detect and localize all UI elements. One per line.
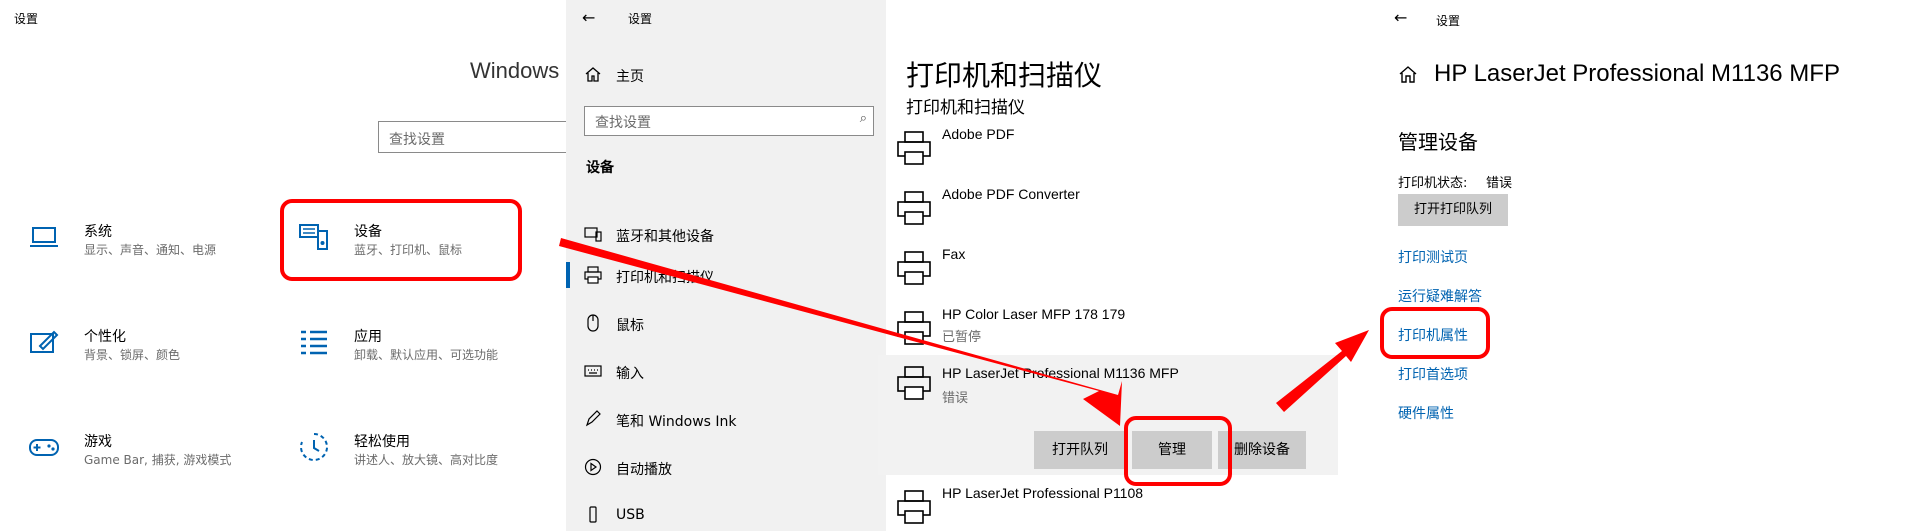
category-subtitle: 背景、锁屏、颜色: [84, 348, 181, 362]
printer-icon: [584, 266, 602, 284]
window-title: 设置: [14, 12, 39, 26]
mouse-icon: [587, 314, 599, 332]
printers-content: 打印机和扫描仪 打印机和扫描仪 Adobe PDF Adobe PDF Conv…: [878, 0, 1346, 531]
search-icon: ⌕: [859, 111, 867, 126]
printer-name: HP Color Laser MFP 178 179: [942, 306, 1126, 322]
run-troubleshooter-link[interactable]: 运行疑难解答: [1398, 286, 1482, 306]
printer-manage-window: ← 设置 HP LaserJet Professional M1136 MFP …: [1374, 0, 1927, 531]
annotation-highlight-devices: [280, 199, 522, 281]
sidebar-item-label: 鼠标: [616, 318, 644, 334]
sidebar-item-printers[interactable]: 打印机和扫描仪: [566, 254, 886, 298]
search-input[interactable]: 查找设置 ⌕: [584, 106, 874, 136]
laptop-icon: [30, 227, 58, 247]
keyboard-icon: [584, 365, 602, 377]
printers-window: ← 设置 主页 查找设置 ⌕ 设备 蓝牙和其他设备 打印机和扫描仪 鼠标 输入: [566, 0, 1346, 531]
apps-list-icon: [301, 330, 327, 355]
annotation-highlight-printer-properties: [1380, 307, 1490, 359]
settings-home-window: 设置 Windows 查找设置 系统 显示、声音、通知、电源 设备 蓝牙、打印机…: [0, 0, 570, 531]
printer-icon: [897, 311, 931, 345]
gamepad-icon: [29, 439, 59, 456]
search-placeholder: 查找设置: [389, 132, 445, 148]
page-subtitle: 打印机和扫描仪: [906, 98, 1025, 118]
section-title: 设备: [586, 160, 614, 176]
autoplay-icon: [584, 458, 602, 476]
printer-status-label: 打印机状态:: [1398, 176, 1468, 191]
pen-icon: [585, 410, 601, 427]
paintbrush-icon: [30, 330, 59, 353]
back-arrow-icon[interactable]: ←: [582, 8, 595, 27]
printer-icon: [897, 131, 931, 165]
sidebar-item-bluetooth[interactable]: 蓝牙和其他设备: [566, 213, 886, 257]
printer-icon: [897, 366, 931, 400]
printer-status: 已暂停: [942, 330, 982, 345]
printer-name: Adobe PDF: [942, 126, 1015, 142]
hardware-properties-link[interactable]: 硬件属性: [1398, 403, 1454, 423]
sidebar-item-label: 打印机和扫描仪: [616, 270, 714, 286]
printer-status-value: 错误: [1486, 176, 1513, 191]
ease-of-access-icon: [300, 433, 328, 461]
printer-icon: [897, 191, 931, 225]
category-title: 系统: [84, 224, 112, 240]
annotation-highlight-manage: [1124, 416, 1232, 486]
page-title: 打印机和扫描仪: [906, 59, 1103, 92]
home-icon: [1399, 66, 1417, 83]
sidebar-item-autoplay[interactable]: 自动播放: [566, 446, 886, 490]
sidebar-item-usb[interactable]: USB: [566, 494, 886, 531]
sidebar: ← 设置 主页 查找设置 ⌕ 设备 蓝牙和其他设备 打印机和扫描仪 鼠标 输入: [566, 0, 886, 531]
sidebar-item-typing[interactable]: 输入: [566, 350, 886, 394]
category-title: 应用: [354, 329, 382, 345]
sidebar-item-label: USB: [616, 507, 645, 523]
category-subtitle: Game Bar, 捕获, 游戏模式: [84, 453, 232, 467]
category-subtitle: 显示、声音、通知、电源: [84, 243, 217, 257]
back-arrow-icon[interactable]: ←: [1394, 8, 1407, 27]
sidebar-item-mouse[interactable]: 鼠标: [566, 302, 886, 346]
open-print-queue-button[interactable]: 打开打印队列: [1398, 194, 1508, 226]
category-title: 轻松使用: [354, 434, 410, 450]
category-title: 个性化: [84, 329, 126, 345]
printer-item-selected[interactable]: HP LaserJet Professional M1136 MFP 错误 打开…: [878, 355, 1338, 475]
printer-name: HP LaserJet Professional M1136 MFP: [942, 365, 1179, 381]
sidebar-item-label: 蓝牙和其他设备: [616, 229, 714, 245]
category-title: 游戏: [84, 434, 112, 450]
print-test-page-link[interactable]: 打印测试页: [1398, 247, 1468, 267]
printing-preferences-link[interactable]: 打印首选项: [1398, 364, 1468, 384]
sidebar-item-pen[interactable]: 笔和 Windows Ink: [566, 398, 886, 442]
bluetooth-devices-icon: [584, 227, 602, 242]
printer-name: Adobe PDF Converter: [942, 186, 1080, 202]
window-title: 设置: [628, 12, 653, 26]
sidebar-item-label: 自动播放: [616, 462, 672, 478]
windows-heading: Windows: [470, 58, 560, 83]
sidebar-item-label: 主页: [616, 69, 644, 85]
home-icon: [585, 67, 601, 82]
category-subtitle: 讲述人、放大镜、高对比度: [354, 453, 499, 467]
printer-name: Fax: [942, 246, 966, 262]
printer-icon: [897, 490, 931, 524]
printer-icon: [897, 251, 931, 285]
printer-name: HP LaserJet Professional P1108: [942, 485, 1144, 501]
search-placeholder: 查找设置: [595, 115, 651, 131]
search-input[interactable]: 查找设置: [378, 121, 570, 153]
sidebar-item-label: 输入: [616, 366, 644, 382]
device-title: HP LaserJet Professional M1136 MFP: [1434, 60, 1840, 87]
window-title: 设置: [1436, 14, 1461, 28]
open-queue-button[interactable]: 打开队列: [1034, 431, 1126, 469]
section-title: 管理设备: [1398, 130, 1478, 154]
sidebar-item-home[interactable]: 主页: [566, 53, 886, 97]
printer-status: 错误: [942, 391, 969, 406]
category-subtitle: 卸载、默认应用、可选功能: [354, 348, 499, 362]
usb-icon: [589, 506, 597, 523]
sidebar-item-label: 笔和 Windows Ink: [616, 414, 737, 430]
